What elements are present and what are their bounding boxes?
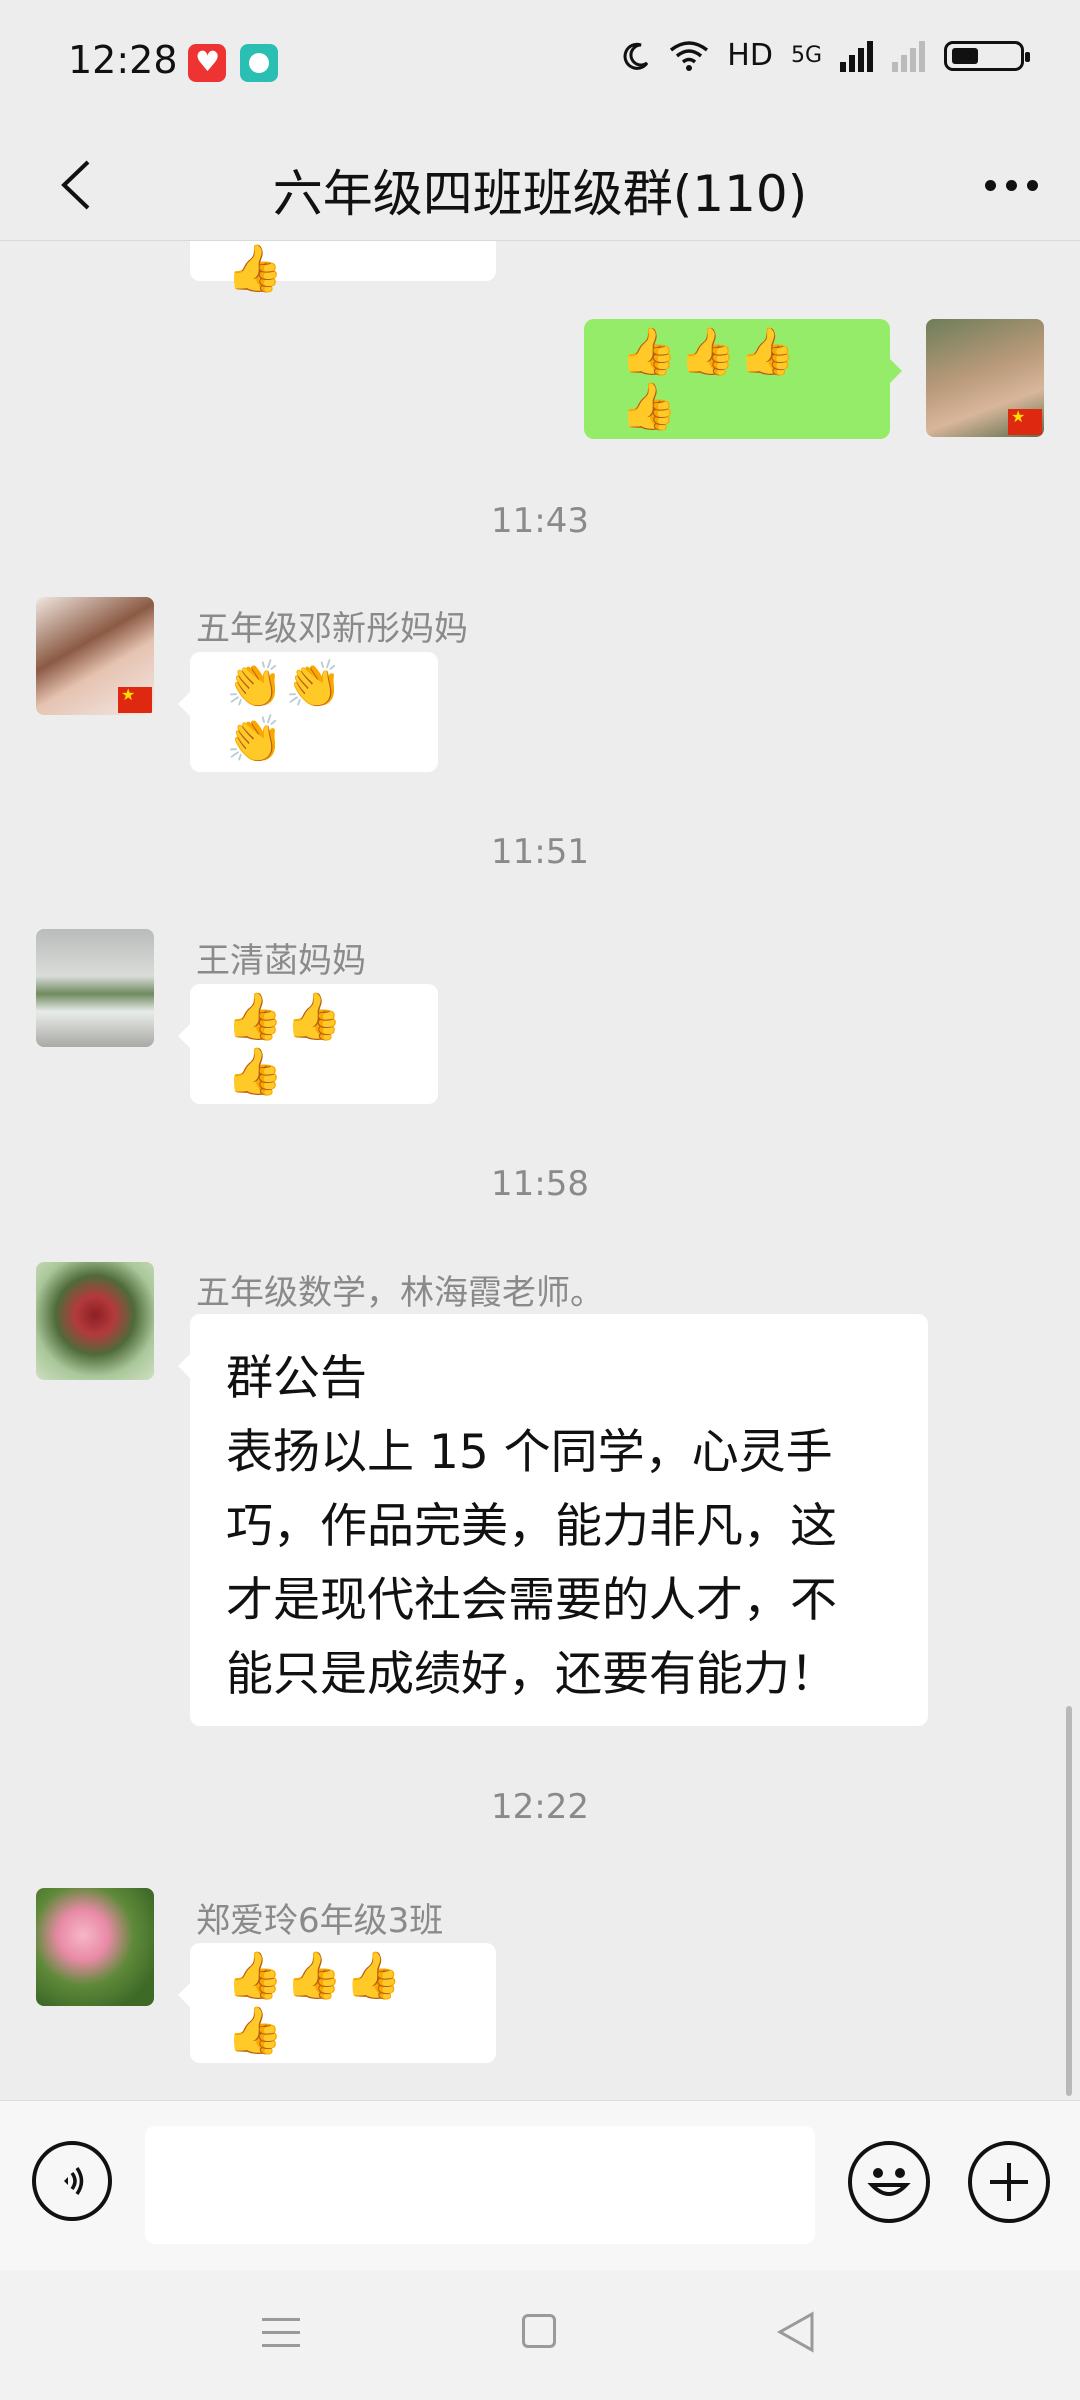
message-content: 👍👍👍👍 — [226, 1948, 404, 2057]
sender-name: 五年级数学，林海霞老师。 — [196, 1273, 604, 1313]
recent-apps-button[interactable] — [262, 2318, 300, 2350]
moon-icon — [623, 42, 649, 70]
sender-avatar[interactable] — [36, 1888, 154, 2006]
sender-name: 王清菡妈妈 — [196, 941, 366, 981]
menu-line-icon — [262, 2331, 300, 2334]
wifi-icon — [670, 40, 709, 71]
menu-line-icon — [262, 2344, 300, 2347]
announcement-line: 表扬以上 15 个同学，心灵手 — [226, 1425, 833, 1480]
announcement-line: 群公告 — [226, 1351, 367, 1406]
plus-icon — [990, 2163, 1028, 2201]
status-time: 12:28 — [68, 38, 178, 82]
message-bubble[interactable]: 👏👏👏 — [178, 652, 438, 772]
system-back-icon[interactable] — [776, 2310, 816, 2354]
dot-icon — [1005, 179, 1017, 191]
message-content: 👍👍👍👍 — [226, 241, 286, 295]
voice-icon — [64, 2167, 84, 2195]
announcement-line: 能只是成绩好，还要有能力！ — [226, 1647, 837, 1702]
sender-avatar[interactable] — [36, 1262, 154, 1380]
self-avatar[interactable] — [926, 319, 1044, 437]
dot-icon — [984, 179, 996, 191]
chat-header: 六年级四班班级群(110) — [0, 130, 1080, 241]
message-list[interactable]: 👍👍👍👍 👍👍👍👍 11:43 五年级邓新彤妈妈 👏👏👏 11:51 王清菡妈妈… — [0, 241, 1080, 2099]
message-timestamp: 12:22 — [491, 1787, 589, 1827]
message-bubble-self[interactable]: 👍👍👍👍 — [584, 319, 902, 439]
more-options-button[interactable] — [966, 150, 1056, 220]
page-title: 六年级四班班级群(110) — [272, 165, 808, 223]
chat-app-icon — [240, 44, 278, 82]
system-navigation-bar — [0, 2270, 1080, 2400]
message-bubble[interactable]: 👍👍👍👍 — [178, 1943, 496, 2063]
sender-name: 五年级邓新彤妈妈 — [196, 609, 468, 649]
announcement-line: 巧，作品完美，能力非凡，这 — [226, 1499, 837, 1554]
message-input[interactable] — [145, 2126, 815, 2244]
message-timestamp: 11:51 — [491, 832, 589, 872]
sender-name: 郑爱玲6年级3班 — [196, 1901, 444, 1941]
message-timestamp: 11:43 — [491, 501, 589, 541]
add-attachment-button[interactable] — [968, 2141, 1050, 2223]
announcement-line: 才是现代社会需要的人才，不 — [226, 1573, 837, 1628]
voice-input-button[interactable] — [32, 2141, 112, 2221]
message-content: 👍👍👍 — [226, 989, 345, 1098]
input-bar — [0, 2100, 1080, 2271]
signal-type: 5G — [790, 43, 822, 68]
menu-line-icon — [262, 2318, 300, 2321]
sender-avatar[interactable] — [36, 929, 154, 1047]
message-bubble[interactable]: 👍👍👍 — [178, 984, 438, 1104]
home-button[interactable] — [522, 2314, 556, 2348]
network-type: HD — [727, 38, 773, 73]
status-indicators: HD 5G — [621, 38, 1030, 73]
app-notification-icon — [188, 44, 226, 82]
china-flag-icon — [118, 685, 152, 713]
status-bar: 12:28 HD 5G — [0, 0, 1080, 130]
message-content: 👏👏👏 — [226, 657, 345, 766]
emoji-button[interactable] — [848, 2141, 930, 2223]
sender-avatar[interactable] — [36, 597, 154, 715]
scrollbar[interactable] — [1066, 1706, 1072, 2096]
group-announcement-bubble[interactable]: 群公告 表扬以上 15 个同学，心灵手 巧，作品完美，能力非凡，这 才是现代社会… — [178, 1314, 928, 1726]
china-flag-icon — [1008, 407, 1042, 435]
message-timestamp: 11:58 — [491, 1164, 589, 1204]
smiley-icon — [867, 2168, 911, 2196]
dot-icon — [1026, 179, 1038, 191]
signal-off-icon — [892, 40, 925, 72]
battery-icon — [944, 40, 1030, 71]
message-content: 👍👍👍👍 — [620, 324, 798, 433]
signal-icon — [840, 40, 873, 72]
message-bubble[interactable]: 👍👍👍👍 — [190, 241, 496, 295]
